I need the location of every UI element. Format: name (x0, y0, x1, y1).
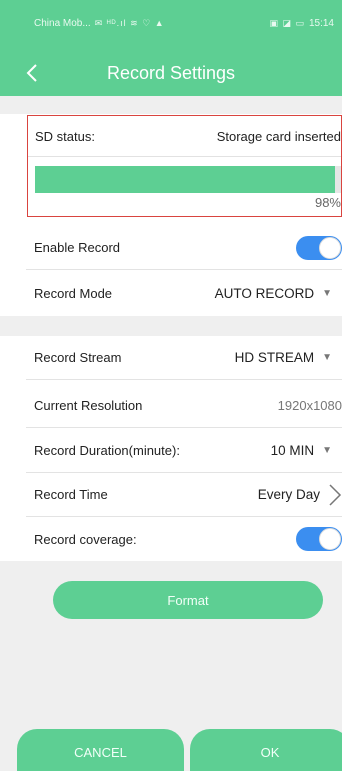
carrier-name: China Mob... (34, 17, 91, 29)
current-resolution-label: Current Resolution (34, 398, 143, 413)
record-mode-label: Record Mode (34, 285, 113, 301)
system-icons: ▣ ◪ ▭ (269, 17, 305, 28)
record-duration-row[interactable]: Record Duration(minute): 10 MIN ▼ (26, 429, 342, 473)
section-spacer (0, 96, 342, 114)
sd-status-label: SD status: (35, 128, 95, 144)
dropdown-caret-icon: ▼ (322, 352, 332, 363)
status-left: China Mob... ✉ ᴴᴰ.ıl ≋ ♡ ▲ (34, 18, 165, 29)
record-time-value: Every Day (257, 487, 320, 502)
format-button[interactable]: Format (53, 581, 323, 619)
storage-usage-fill (35, 166, 335, 193)
enable-record-label: Enable Record (34, 240, 120, 255)
sd-status-panel: SD status: Storage card inserted 98% (27, 115, 342, 217)
signal-icons: ✉ ᴴᴰ.ıl ≋ ♡ ▲ (94, 17, 165, 28)
section-spacer (0, 316, 342, 336)
enable-record-row: Enable Record (26, 226, 342, 270)
chevron-right-icon (329, 483, 342, 506)
divider (28, 156, 341, 157)
record-time-select[interactable]: Every Day (258, 483, 342, 507)
record-time-row[interactable]: Record Time Every Day (26, 473, 342, 517)
app-header: China Mob... ✉ ᴴᴰ.ıl ≋ ♡ ▲ ▣ ◪ ▭ 15:14 R… (0, 0, 342, 96)
record-mode-select[interactable]: AUTO RECORD ▼ (215, 286, 342, 301)
record-coverage-label: Record coverage: (34, 531, 137, 547)
toggle-knob (319, 236, 341, 259)
clock: 15:14 (308, 17, 334, 29)
record-stream-value: HD STREAM (234, 350, 315, 365)
page-title: Record Settings (106, 62, 236, 83)
record-time-label: Record Time (34, 487, 108, 502)
title-bar: Record Settings (0, 50, 342, 96)
current-resolution-value: 1920x1080 (277, 398, 342, 413)
storage-usage-bar (35, 166, 341, 193)
toggle-knob (319, 528, 341, 550)
record-mode-value: AUTO RECORD (214, 285, 315, 301)
ok-button[interactable]: OK (190, 729, 342, 771)
record-duration-select[interactable]: 10 MIN ▼ (271, 443, 342, 458)
record-mode-row[interactable]: Record Mode AUTO RECORD ▼ (26, 271, 342, 315)
sd-status-value: Storage card inserted (216, 128, 341, 144)
record-stream-row[interactable]: Record Stream HD STREAM ▼ (26, 336, 342, 380)
record-duration-label: Record Duration(minute): (34, 443, 180, 458)
dropdown-caret-icon: ▼ (322, 287, 332, 299)
record-duration-value: 10 MIN (270, 443, 315, 458)
storage-usage-percent: 98% (314, 195, 341, 210)
status-right: ▣ ◪ ▭ 15:14 (269, 18, 334, 29)
record-coverage-toggle[interactable] (296, 527, 342, 551)
record-stream-select[interactable]: HD STREAM ▼ (235, 350, 342, 365)
back-arrow-icon[interactable] (22, 62, 44, 84)
dropdown-caret-icon: ▼ (322, 445, 332, 456)
cancel-button[interactable]: CANCEL (17, 729, 184, 771)
record-coverage-row: Record coverage: (26, 517, 342, 561)
record-stream-label: Record Stream (34, 350, 122, 365)
sd-status-row: SD status: Storage card inserted (28, 116, 341, 156)
enable-record-toggle[interactable] (296, 235, 342, 260)
current-resolution-row: Current Resolution 1920x1080 (26, 384, 342, 428)
status-bar: China Mob... ✉ ᴴᴰ.ıl ≋ ♡ ▲ ▣ ◪ ▭ 15:14 (0, 0, 342, 46)
